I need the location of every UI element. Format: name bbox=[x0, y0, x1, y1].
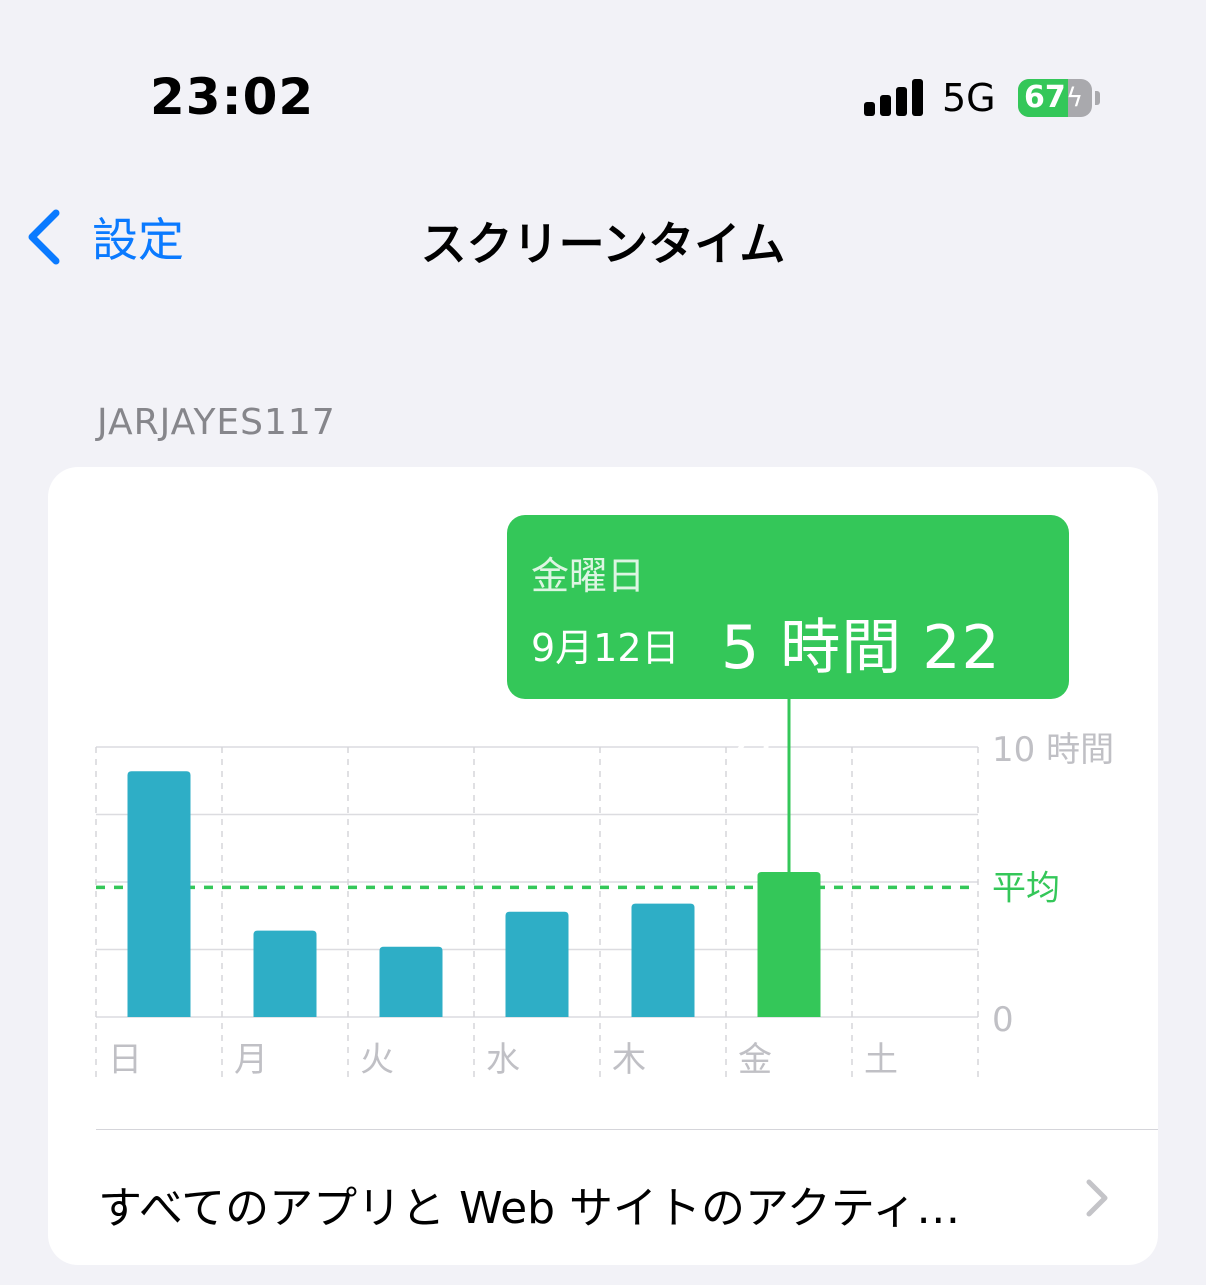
battery-icon: 67 ϟ bbox=[1018, 79, 1092, 117]
bolt-icon: ϟ bbox=[1066, 83, 1084, 113]
bar-3[interactable] bbox=[505, 911, 569, 1017]
all-activity-row[interactable]: すべてのアプリと Web サイトのアクティ… bbox=[48, 1130, 1158, 1265]
navigation-bar: 設定 スクリーンタイム bbox=[0, 190, 1206, 290]
day-label-5: 金 bbox=[738, 1040, 772, 1080]
all-activity-label: すべてのアプリと Web サイトのアクティ… bbox=[98, 1183, 961, 1234]
network-type: 5G bbox=[942, 76, 996, 120]
battery-level: 67 bbox=[1024, 80, 1066, 115]
average-label: 平均 bbox=[992, 868, 1060, 908]
bar-0[interactable] bbox=[127, 771, 191, 1017]
day-label-0: 日 bbox=[108, 1040, 142, 1080]
day-label-6: 土 bbox=[864, 1040, 898, 1080]
bar-5[interactable] bbox=[757, 872, 821, 1017]
tooltip-weekday: 金曜日 bbox=[531, 554, 646, 598]
battery-cap bbox=[1095, 91, 1100, 105]
cellular-signal-icon bbox=[864, 78, 924, 116]
status-bar: 23:02 5G 67 ϟ bbox=[0, 0, 1206, 160]
page-title: スクリーンタイム bbox=[420, 217, 786, 271]
status-time: 23:02 bbox=[150, 68, 315, 126]
day-label-3: 水 bbox=[486, 1040, 520, 1080]
day-label-1: 月 bbox=[234, 1040, 268, 1080]
day-label-4: 木 bbox=[612, 1040, 646, 1080]
tooltip-date: 9月12日 bbox=[531, 626, 680, 670]
day-label-2: 火 bbox=[360, 1040, 394, 1080]
chevron-right-icon bbox=[1086, 1179, 1108, 1217]
bar-1[interactable] bbox=[253, 930, 317, 1017]
device-name-header: JARJAYES117 bbox=[97, 402, 336, 443]
tooltip-usage-value: 5 時間 22 分 bbox=[721, 613, 1001, 770]
y-tick-label-zero: 0 bbox=[992, 1000, 1014, 1040]
bar-2[interactable] bbox=[379, 946, 443, 1017]
selected-day-tooltip: 金曜日 9月12日 5 時間 22 分 bbox=[507, 515, 1069, 770]
screen-time-card: 日月火水木金土 10 時間 0 平均 金曜日 9月12日 5 時間 22 分 すべての… bbox=[48, 467, 1158, 1265]
bar-4[interactable] bbox=[631, 903, 695, 1017]
